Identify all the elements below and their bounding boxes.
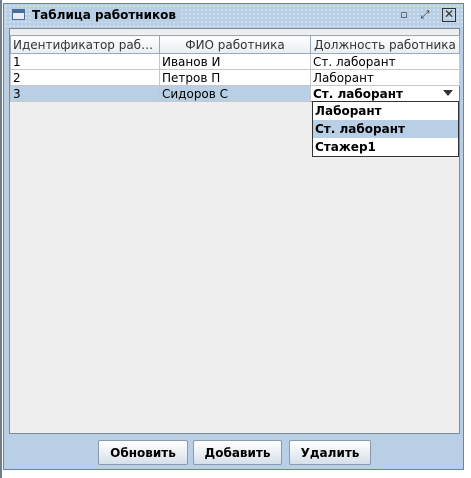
table-row-selected[interactable]: 3 Сидоров С Ст. лаборант [10,85,460,102]
title-bar[interactable]: Таблица работников ▫ ⤢ ✕ [4,4,463,27]
cell-name[interactable]: Сидоров С [159,85,311,102]
add-button[interactable]: Добавить [193,440,282,465]
employees-table: Идентификатор работн... ФИО работника До… [10,35,460,102]
cell-name[interactable]: Иванов И [159,53,311,70]
maximize-icon[interactable]: ⤢ [418,8,432,22]
cell-id[interactable]: 2 [10,69,160,86]
column-header-id[interactable]: Идентификатор работн... [10,35,160,54]
chevron-down-icon[interactable] [443,90,453,96]
table-row[interactable]: 1 Иванов И Ст. лаборант [10,53,460,70]
dropdown-option-laborant[interactable]: Лаборант [313,102,458,120]
cell-id[interactable]: 3 [10,85,160,102]
table-header: Идентификатор работн... ФИО работника До… [10,35,460,54]
internal-frame-window: Таблица работников ▫ ⤢ ✕ Идентификатор р… [3,3,464,470]
table-scroll-pane: Идентификатор работн... ФИО работника До… [9,28,460,434]
combo-value: Ст. лаборант [313,86,403,101]
column-header-name[interactable]: ФИО работника [159,35,311,54]
minimize-icon[interactable]: ▫ [397,8,411,22]
position-dropdown-list: Лаборант Ст. лаборант Стажер1 [312,101,459,157]
delete-button[interactable]: Удалить [289,440,371,465]
window-title: Таблица работников [32,8,180,22]
cell-position[interactable]: Ст. лаборант [310,53,460,70]
position-combo-editor[interactable]: Ст. лаборант [310,85,460,102]
dropdown-option-intern[interactable]: Стажер1 [313,138,458,156]
refresh-button[interactable]: Обновить [98,440,188,465]
cell-id[interactable]: 1 [10,53,160,70]
table-row[interactable]: 2 Петров П Лаборант [10,69,460,86]
window-icon [12,9,25,20]
button-bar: Обновить Добавить Удалить [4,435,463,469]
left-window-edge [0,0,2,478]
dropdown-option-senior-laborant[interactable]: Ст. лаборант [313,120,458,138]
column-header-position[interactable]: Должность работника [310,35,460,54]
close-icon[interactable]: ✕ [442,8,456,22]
cell-name[interactable]: Петров П [159,69,311,86]
cell-position[interactable]: Лаборант [310,69,460,86]
